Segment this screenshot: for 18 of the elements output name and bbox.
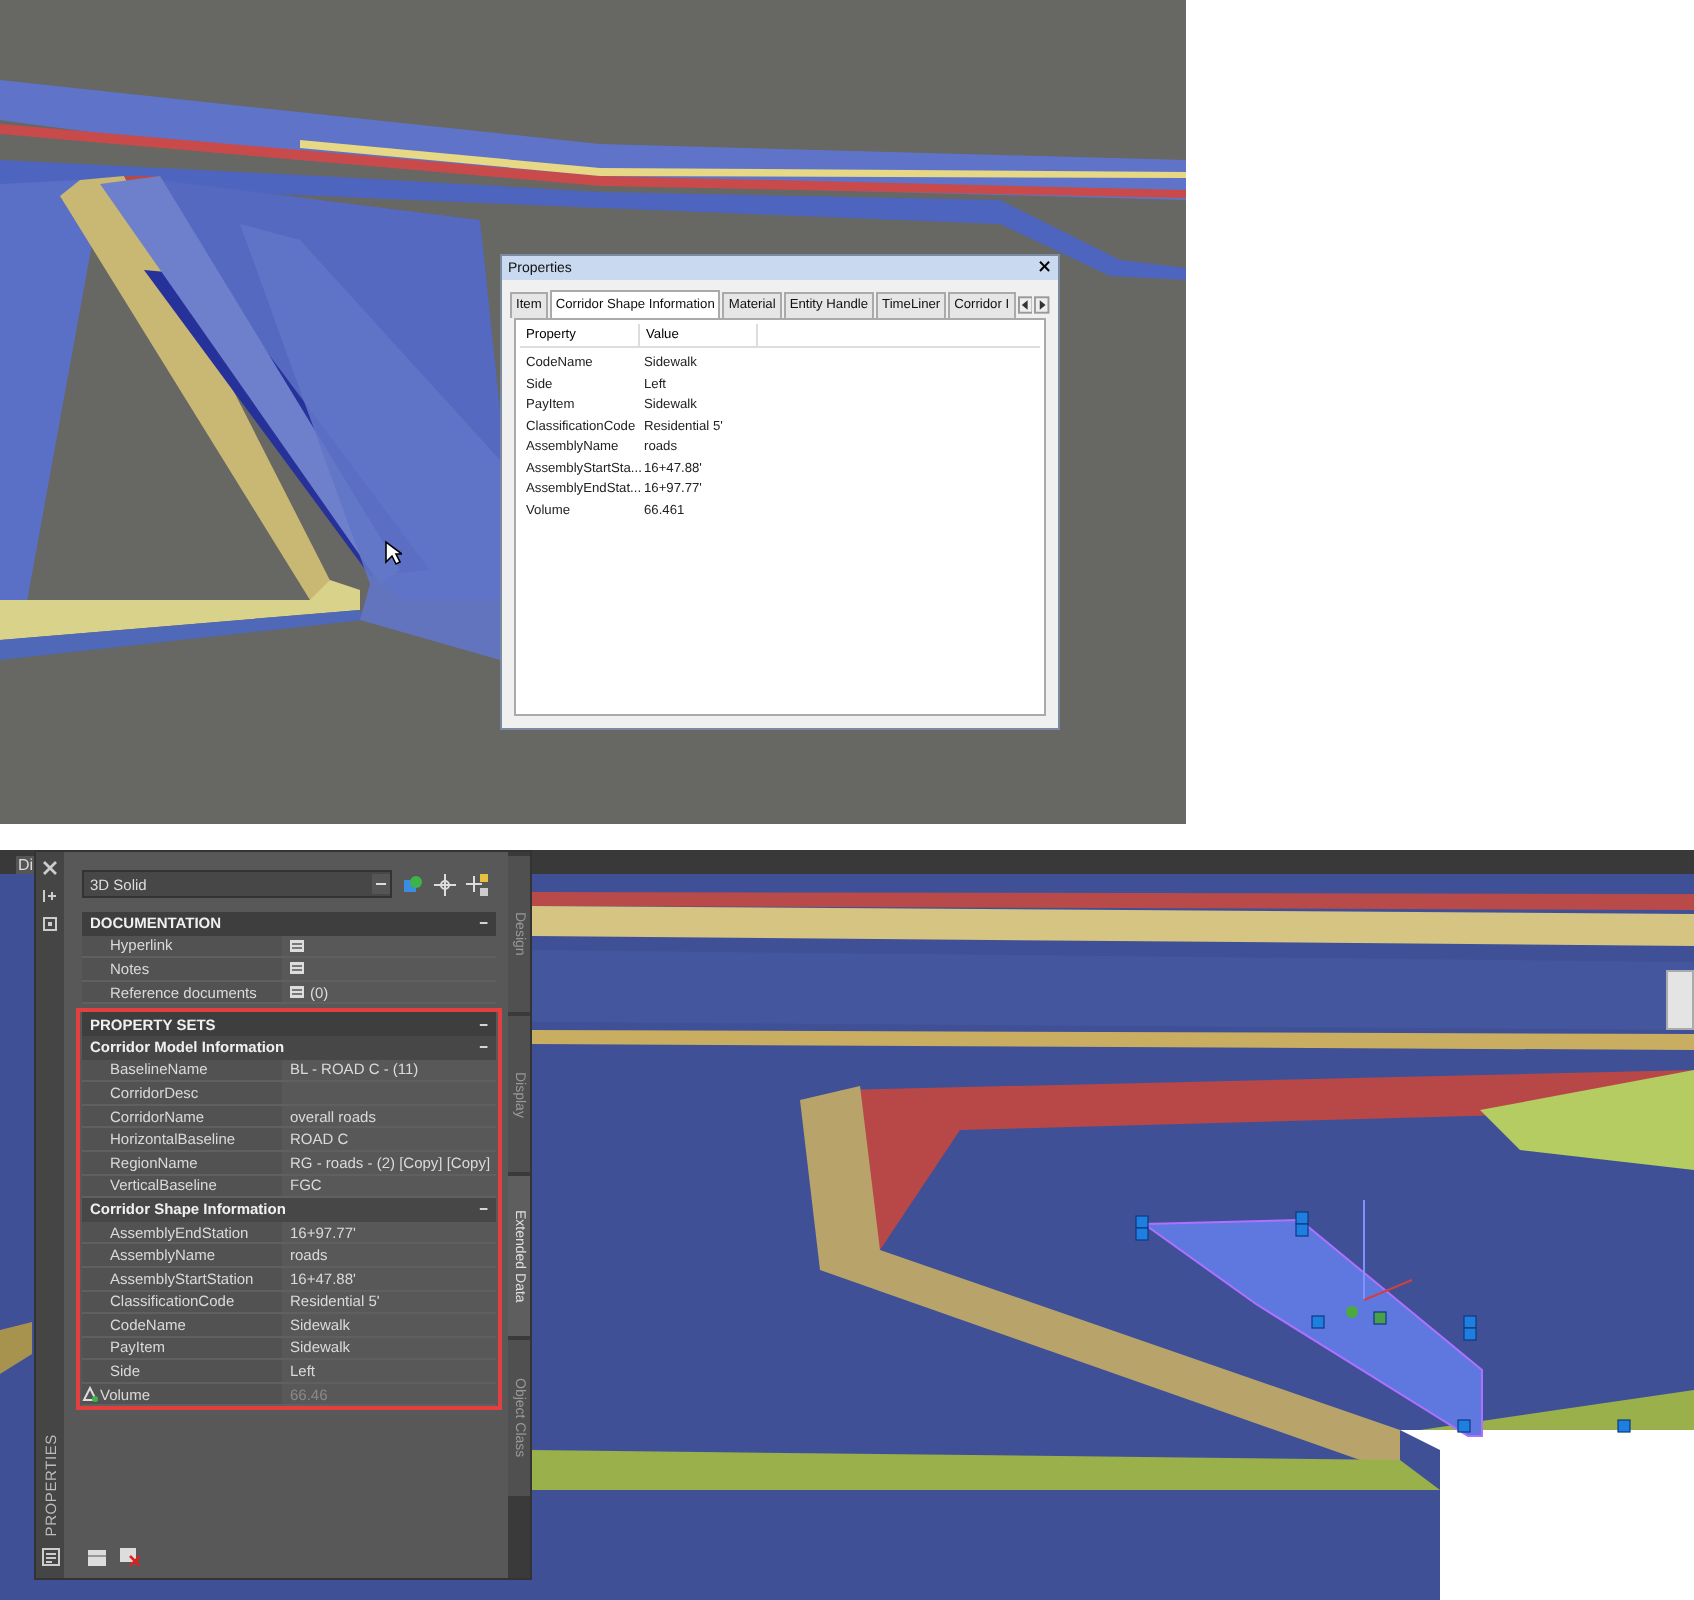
crosshair-icon[interactable] [434, 873, 456, 895]
close-button[interactable]: × [1036, 258, 1052, 278]
scroll-left-icon[interactable] [1017, 296, 1033, 314]
caret-icon [372, 874, 390, 894]
close-icon[interactable] [42, 860, 58, 876]
settings-icon[interactable] [42, 916, 58, 932]
tab[interactable]: Di [16, 856, 36, 874]
quick-select-icon[interactable] [466, 873, 488, 895]
formula-icon [82, 1386, 98, 1403]
notes-icon[interactable] [290, 986, 304, 999]
pin-icon[interactable] [42, 888, 58, 904]
notes-icon[interactable] [290, 939, 304, 952]
notes-icon[interactable] [290, 962, 304, 975]
mouse-pointer-icon [384, 540, 402, 566]
palette-icon[interactable] [41, 1548, 59, 1566]
scroll-right-icon[interactable] [1034, 296, 1050, 314]
delete-icon[interactable] [120, 1548, 140, 1566]
select-objects-icon[interactable] [402, 873, 424, 895]
